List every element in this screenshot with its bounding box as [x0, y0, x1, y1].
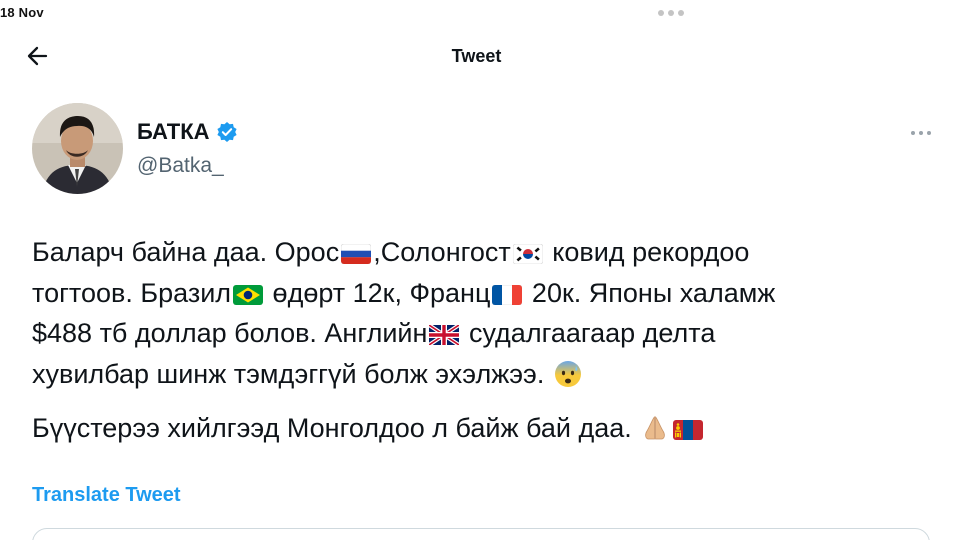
mongolia-flag-icon: [673, 420, 704, 440]
tweet-line: $488 тб доллар болов. Английн судалгаага…: [32, 313, 912, 354]
text-segment: 20к. Японы халамж: [524, 277, 776, 308]
text-segment: судалгаагаар делта: [461, 318, 716, 348]
translate-tweet-link[interactable]: Translate Tweet: [32, 484, 181, 507]
author-name: БАТКА: [137, 119, 210, 144]
text-segment: Баларч байна даа. Орос: [32, 237, 340, 267]
author-handle[interactable]: @Batka_: [137, 154, 224, 178]
text-segment: тогтоов. Бразил: [32, 277, 232, 308]
author-name-row[interactable]: БАТКА: [137, 119, 238, 145]
multitask-handle[interactable]: [658, 10, 684, 16]
quoted-card[interactable]: [32, 528, 930, 540]
more-options-icon[interactable]: [911, 131, 931, 135]
tweet-line: тогтоов. Бразил өдөрт 12к, Франц 20к. Яп…: [32, 273, 912, 314]
tweet-line: Баларч байна даа. Орос ,Солонгост ковид р…: [32, 232, 912, 273]
avatar[interactable]: [32, 103, 123, 194]
tweet-line: хувилбар шинж тэмдэггүй болж эхэлжээ.: [32, 354, 912, 395]
tweet-text: Баларч байна даа. Орос ,Солонгост ковид р…: [32, 232, 912, 449]
folded-hands-emoji-icon: [645, 416, 666, 440]
brazil-flag-icon: [233, 284, 264, 305]
france-flag-icon: [492, 284, 523, 305]
text-segment: ,Солонгост: [373, 237, 511, 267]
page-title: Tweet: [451, 46, 502, 66]
text-segment: Бүүстерээ хийлгээд Монголдоо л байж бай …: [32, 413, 640, 443]
tweet-header: Tweet: [0, 36, 953, 76]
text-segment: өдөрт 12к, Франц: [265, 277, 491, 308]
text-segment: $488 тб доллар болов. Английн: [32, 318, 428, 348]
verified-badge-icon: [216, 122, 237, 142]
status-bar-date: 18 Nov: [0, 5, 44, 20]
uk-flag-icon: [429, 325, 460, 345]
tweet-line: Бүүстерээ хийлгээд Монголдоо л байж бай …: [32, 408, 912, 449]
text-segment: хувилбар шинж тэмдэггүй болж эхэлжээ.: [32, 358, 552, 389]
russia-flag-icon: [341, 244, 372, 264]
anxious-face-emoji-icon: [554, 360, 581, 387]
text-segment: ковид рекордоо: [544, 237, 750, 267]
south-korea-flag-icon: [512, 244, 543, 264]
